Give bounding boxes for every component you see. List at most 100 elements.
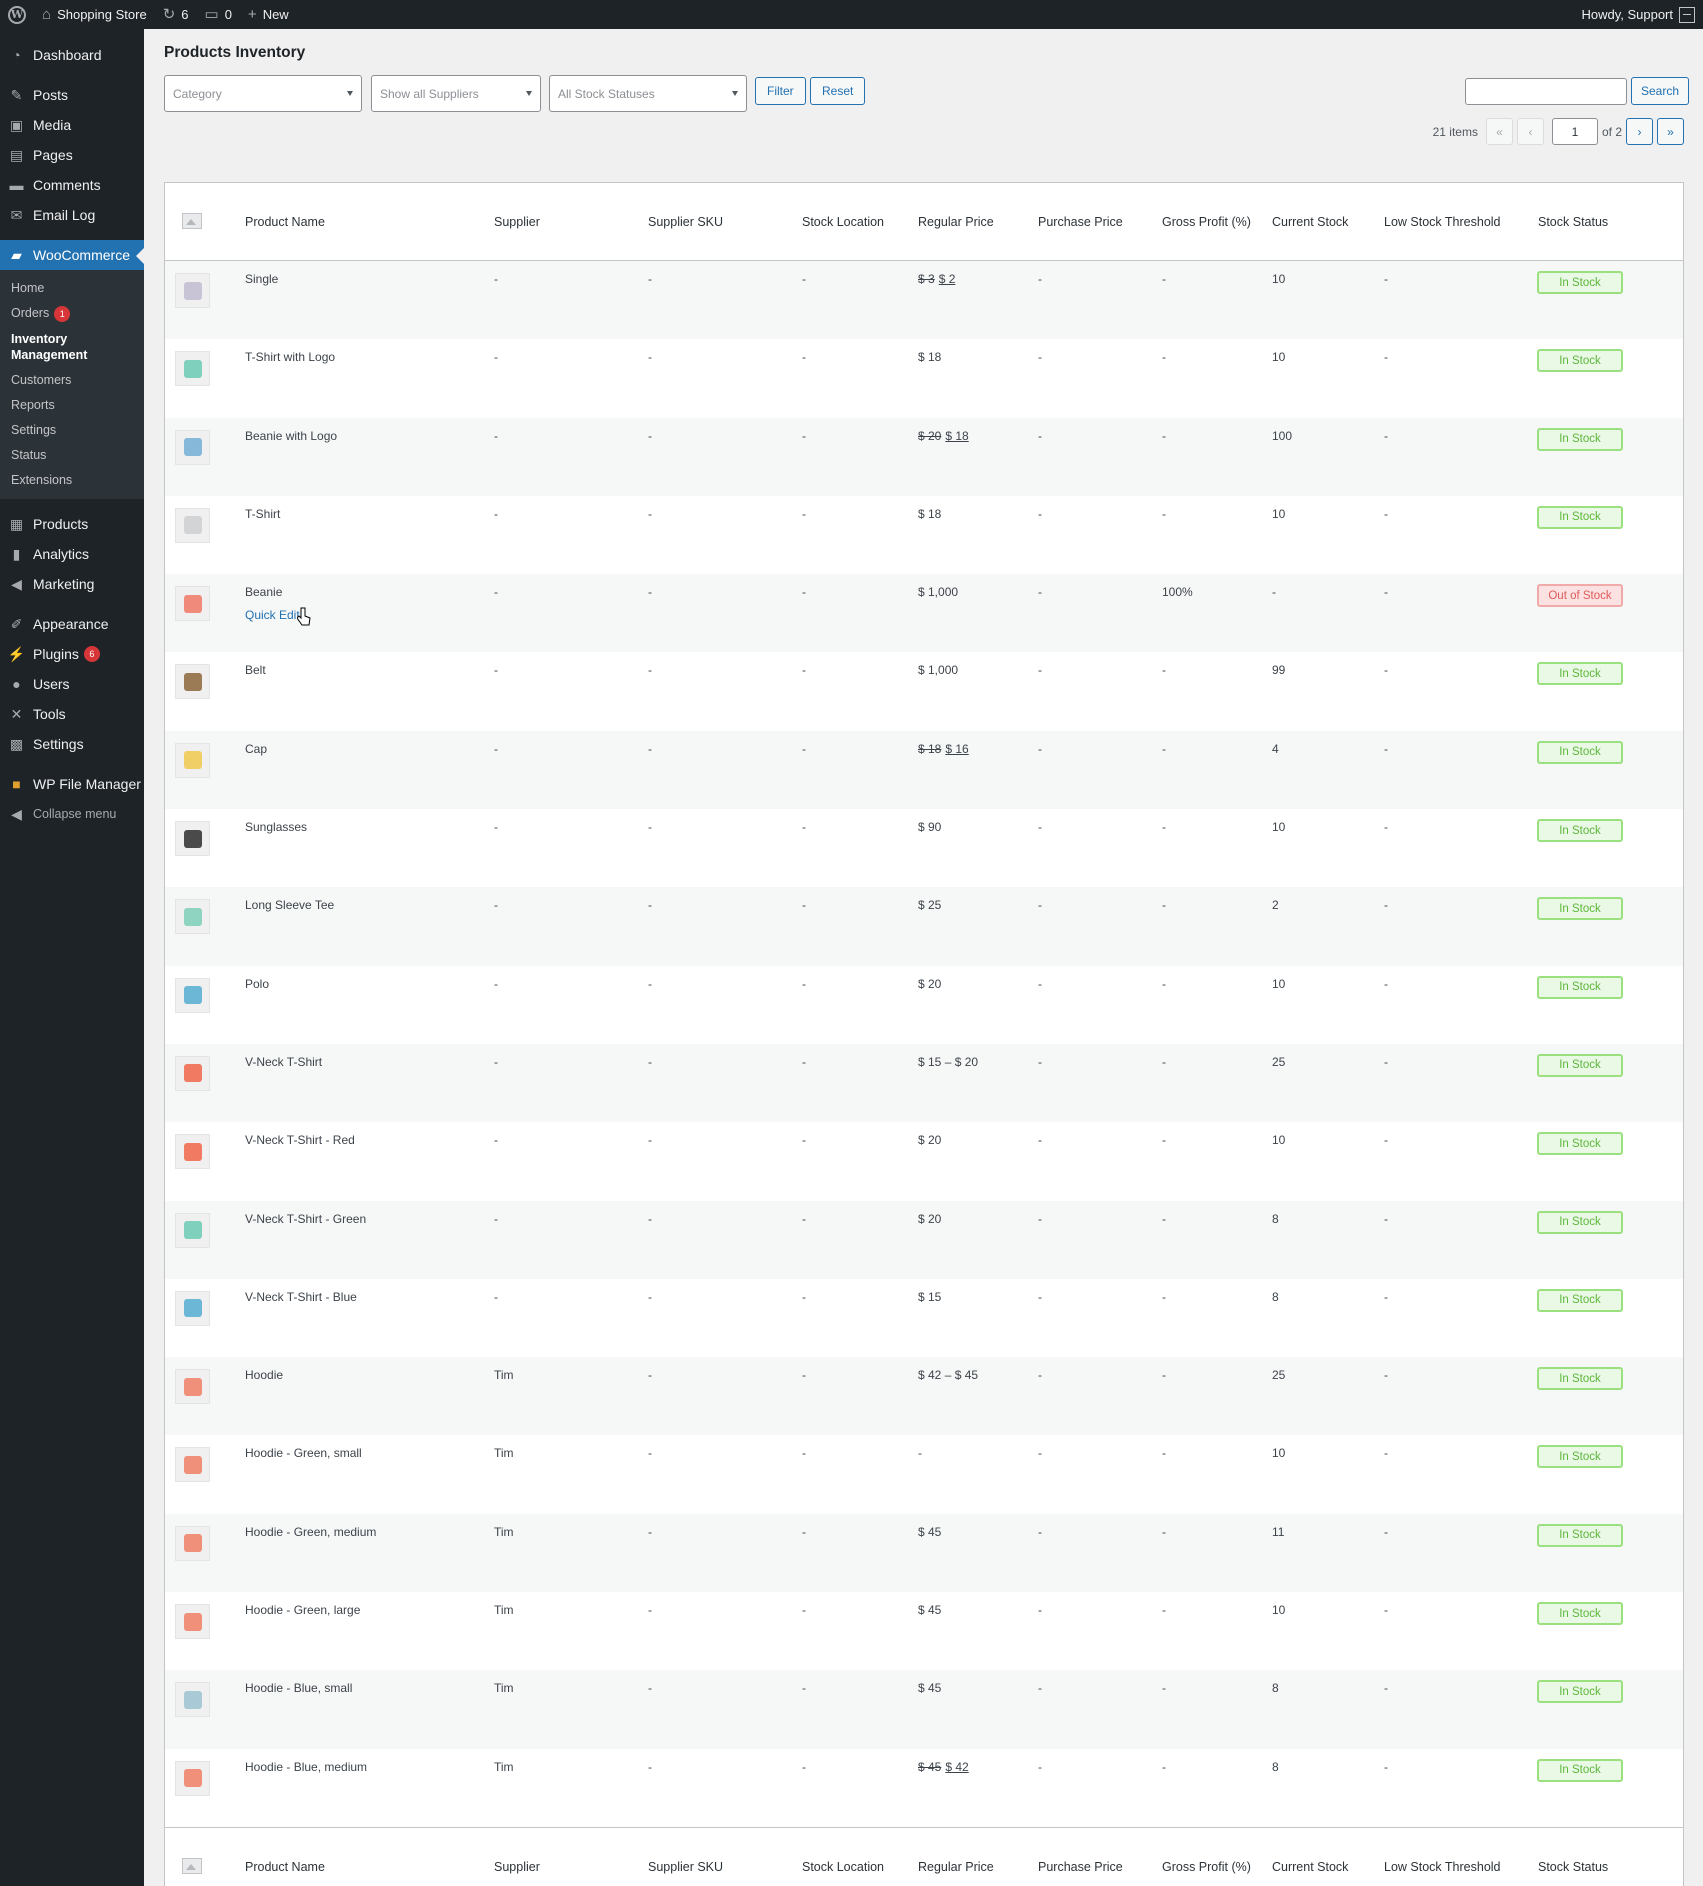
submenu-reports[interactable]: Reports: [0, 393, 144, 418]
menu-media[interactable]: ▣ Media: [0, 110, 144, 140]
product-name[interactable]: Hoodie: [245, 1368, 283, 1382]
my-account[interactable]: Howdy, Support: [1581, 6, 1703, 23]
menu-users[interactable]: ● Users: [0, 669, 144, 699]
first-page-button[interactable]: «: [1485, 118, 1513, 145]
product-thumbnail[interactable]: [175, 1290, 210, 1326]
header-column-stock-status[interactable]: Stock Status: [1538, 215, 1608, 229]
product-thumbnail[interactable]: [175, 742, 210, 778]
header-column-supplier-sku[interactable]: Supplier SKU: [648, 215, 723, 229]
footer-column-gross-profit[interactable]: Gross Profit (%): [1162, 1860, 1251, 1874]
submenu-status[interactable]: Status: [0, 443, 144, 468]
menu-settings[interactable]: ▩ Settings: [0, 729, 144, 759]
menu-marketing[interactable]: ◀ Marketing: [0, 569, 144, 599]
filter-button[interactable]: Filter: [755, 77, 806, 105]
updates-link[interactable]: ↻ 6: [155, 0, 197, 29]
product-thumbnail[interactable]: [175, 899, 210, 935]
site-name-link[interactable]: ⌂ Shopping Store: [34, 0, 155, 29]
header-column-gross-profit[interactable]: Gross Profit (%): [1162, 215, 1251, 229]
product-name[interactable]: Hoodie - Green, small: [245, 1446, 362, 1460]
prev-page-button[interactable]: ‹: [1516, 118, 1544, 145]
header-column-low-stock-threshold[interactable]: Low Stock Threshold: [1384, 215, 1501, 229]
footer-column-stock-location[interactable]: Stock Location: [802, 1860, 884, 1874]
header-column-current-stock[interactable]: Current Stock: [1272, 215, 1348, 229]
menu-email-log[interactable]: ✉ Email Log: [0, 200, 144, 230]
product-thumbnail[interactable]: [175, 273, 210, 308]
quick-edit-link[interactable]: Quick Edit: [245, 608, 300, 622]
footer-column-purchase-price[interactable]: Purchase Price: [1038, 1860, 1123, 1874]
footer-column-regular-price[interactable]: Regular Price: [918, 1860, 994, 1874]
product-thumbnail[interactable]: [175, 1369, 210, 1405]
product-name[interactable]: Long Sleeve Tee: [245, 898, 334, 912]
product-name[interactable]: Hoodie - Green, large: [245, 1603, 360, 1617]
collapse-menu-button[interactable]: ◀ Collapse menu: [0, 799, 144, 829]
product-name[interactable]: Cap: [245, 742, 267, 756]
product-thumbnail[interactable]: [175, 1760, 210, 1796]
product-thumbnail[interactable]: [175, 351, 210, 387]
product-thumbnail[interactable]: [175, 507, 210, 543]
search-input[interactable]: [1465, 78, 1627, 105]
product-thumbnail[interactable]: [175, 1134, 210, 1170]
product-name[interactable]: V-Neck T-Shirt: [245, 1055, 322, 1069]
footer-column-product-name[interactable]: Product Name: [245, 1860, 325, 1874]
product-thumbnail[interactable]: [175, 664, 210, 700]
header-column-product-name[interactable]: Product Name: [245, 215, 325, 229]
menu-products[interactable]: ▦ Products: [0, 509, 144, 539]
header-column-regular-price[interactable]: Regular Price: [918, 215, 994, 229]
category-select[interactable]: Category: [164, 75, 362, 112]
submenu-orders[interactable]: Orders 1: [0, 301, 144, 326]
new-content-link[interactable]: + New: [240, 0, 297, 29]
next-page-button[interactable]: ›: [1626, 118, 1653, 145]
product-thumbnail[interactable]: [175, 1604, 210, 1640]
product-thumbnail[interactable]: [175, 977, 210, 1013]
product-thumbnail[interactable]: [175, 1447, 210, 1483]
wp-logo-menu[interactable]: W: [0, 0, 34, 29]
product-name[interactable]: V-Neck T-Shirt - Green: [245, 1212, 366, 1226]
menu-appearance[interactable]: ✐ Appearance: [0, 609, 144, 639]
product-name[interactable]: Beanie with Logo: [245, 429, 337, 443]
header-column-purchase-price[interactable]: Purchase Price: [1038, 215, 1123, 229]
product-name[interactable]: Sunglasses: [245, 820, 307, 834]
product-thumbnail[interactable]: [175, 429, 210, 465]
product-name[interactable]: Polo: [245, 977, 269, 991]
header-column-supplier[interactable]: Supplier: [494, 215, 540, 229]
product-name[interactable]: T-Shirt with Logo: [245, 350, 335, 364]
header-column-stock-location[interactable]: Stock Location: [802, 215, 884, 229]
menu-wp-file-manager[interactable]: ■ WP File Manager: [0, 769, 144, 799]
product-thumbnail[interactable]: [175, 586, 210, 622]
footer-column-supplier-sku[interactable]: Supplier SKU: [648, 1860, 723, 1874]
product-name[interactable]: Hoodie - Blue, medium: [245, 1760, 367, 1774]
product-thumbnail[interactable]: [175, 1682, 210, 1718]
reset-button[interactable]: Reset: [810, 77, 866, 105]
product-name[interactable]: Single: [245, 272, 278, 286]
comments-link[interactable]: ▭ 0: [197, 0, 240, 29]
product-thumbnail[interactable]: [175, 1212, 210, 1248]
product-name[interactable]: V-Neck T-Shirt - Red: [245, 1133, 355, 1147]
product-thumbnail[interactable]: [175, 1055, 210, 1091]
submenu-customers[interactable]: Customers: [0, 368, 144, 393]
footer-column-supplier[interactable]: Supplier: [494, 1860, 540, 1874]
menu-comments[interactable]: ▬ Comments: [0, 170, 144, 200]
product-name[interactable]: Belt: [245, 663, 266, 677]
product-name[interactable]: Hoodie - Blue, small: [245, 1681, 352, 1695]
submenu-extensions[interactable]: Extensions: [0, 468, 144, 493]
last-page-button[interactable]: »: [1657, 118, 1684, 145]
menu-analytics[interactable]: ▮ Analytics: [0, 539, 144, 569]
menu-pages[interactable]: ▤ Pages: [0, 140, 144, 170]
menu-plugins[interactable]: ⚡ Plugins 6: [0, 639, 144, 669]
menu-dashboard[interactable]: ◔ Dashboard: [0, 40, 144, 70]
product-name[interactable]: Beanie: [245, 585, 282, 599]
menu-woocommerce[interactable]: ▰ WooCommerce: [0, 240, 144, 270]
search-button[interactable]: Search: [1631, 77, 1690, 105]
suppliers-select[interactable]: Show all Suppliers: [371, 75, 541, 112]
menu-posts[interactable]: ✎ Posts: [0, 80, 144, 110]
current-page-input[interactable]: 1: [1551, 118, 1598, 145]
menu-tools[interactable]: ✕ Tools: [0, 699, 144, 729]
product-thumbnail[interactable]: [175, 821, 210, 857]
submenu-settings[interactable]: Settings: [0, 418, 144, 443]
footer-column-current-stock[interactable]: Current Stock: [1272, 1860, 1348, 1874]
submenu-home[interactable]: Home: [0, 276, 144, 301]
footer-column-low-stock-threshold[interactable]: Low Stock Threshold: [1384, 1860, 1501, 1874]
product-name[interactable]: V-Neck T-Shirt - Blue: [245, 1290, 357, 1304]
product-name[interactable]: T-Shirt: [245, 507, 280, 521]
product-name[interactable]: Hoodie - Green, medium: [245, 1525, 376, 1539]
